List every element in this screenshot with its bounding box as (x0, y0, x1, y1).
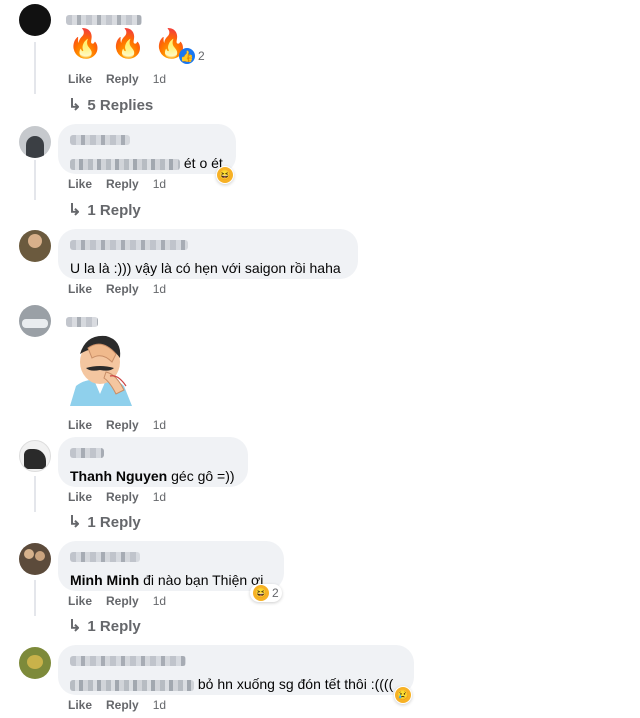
timestamp[interactable]: 1d (153, 490, 166, 504)
reply-button[interactable]: Reply (106, 418, 139, 432)
reaction-badge[interactable]: 😆 2 (250, 584, 282, 602)
author-name[interactable] (70, 652, 402, 670)
comment-actions: Like Reply 1d (68, 177, 166, 191)
reply-button[interactable]: Reply (106, 177, 139, 191)
view-replies-link[interactable]: ↳ 1 Reply (68, 200, 141, 220)
timestamp[interactable]: 1d (153, 418, 166, 432)
emoji-message: 🔥 🔥 🔥 (68, 28, 189, 60)
comment-bubble: ét o ét (58, 124, 236, 174)
replies-count: 1 Reply (87, 513, 141, 531)
reply-button[interactable]: Reply (106, 698, 139, 712)
timestamp[interactable]: 1d (153, 594, 166, 608)
comment-text: géc gô =)) (171, 468, 235, 484)
like-button[interactable]: Like (68, 282, 92, 296)
avatar[interactable] (19, 647, 51, 679)
reply-arrow-icon: ↳ (68, 618, 82, 635)
comment-actions: Like Reply 1d (68, 72, 166, 86)
reply-arrow-icon: ↳ (68, 202, 82, 219)
reaction-count: 2 (198, 49, 205, 63)
reaction-badge[interactable]: 😢 (394, 686, 412, 704)
avatar[interactable] (19, 4, 51, 36)
comment-text: bỏ hn xuống sg đón tết thôi :(((( (197, 676, 394, 692)
avatar[interactable] (19, 305, 51, 337)
replies-count: 5 Replies (87, 96, 154, 114)
author-name[interactable] (70, 444, 236, 462)
avatar[interactable] (19, 230, 51, 262)
view-replies-link[interactable]: ↳ 1 Reply (68, 512, 141, 532)
avatar[interactable] (19, 126, 51, 158)
replies-count: 1 Reply (87, 201, 141, 219)
reply-arrow-icon: ↳ (68, 97, 82, 114)
like-button[interactable]: Like (68, 72, 92, 86)
like-button[interactable]: Like (68, 594, 92, 608)
reply-button[interactable]: Reply (106, 72, 139, 86)
thread-line (34, 580, 36, 616)
haha-reaction-icon: 😆 (217, 167, 233, 183)
like-button[interactable]: Like (68, 177, 92, 191)
avatar[interactable] (19, 440, 51, 472)
facepalm-sticker (66, 328, 136, 406)
comment-text: đi nào bạn Thiện ơi (143, 572, 264, 588)
like-reaction-icon: 👍 (179, 48, 195, 64)
author-name[interactable] (70, 131, 224, 149)
view-replies-link[interactable]: ↳ 5 Replies (68, 95, 153, 115)
comment-actions: Like Reply 1d (68, 282, 166, 296)
tagged-user[interactable]: Thanh Nguyen (70, 468, 167, 484)
comment-bubble: bỏ hn xuống sg đón tết thôi :(((( (58, 645, 414, 695)
timestamp[interactable]: 1d (153, 282, 166, 296)
like-button[interactable]: Like (68, 490, 92, 504)
timestamp[interactable]: 1d (153, 177, 166, 191)
author-name[interactable] (70, 548, 272, 566)
replies-count: 1 Reply (87, 617, 141, 635)
reaction-badge[interactable]: 😆 (216, 166, 234, 184)
fire-emoji: 🔥 (110, 28, 146, 59)
comment-actions: Like Reply 1d (68, 418, 166, 432)
reply-arrow-icon: ↳ (68, 514, 82, 531)
comment-actions: Like Reply 1d (68, 594, 166, 608)
comment-actions: Like Reply 1d (68, 490, 166, 504)
reaction-badge[interactable]: 👍 2 (176, 47, 208, 65)
comment-bubble: Minh Minh đi nào bạn Thiện ơi (58, 541, 284, 591)
comment-bubble: Thanh Nguyen géc gô =)) (58, 437, 248, 487)
like-button[interactable]: Like (68, 418, 92, 432)
reaction-count: 2 (272, 586, 279, 600)
timestamp[interactable]: 1d (153, 698, 166, 712)
avatar[interactable] (19, 543, 51, 575)
tagged-user[interactable]: Minh Minh (70, 572, 139, 588)
comment-bubble: U la là :))) vậy là có hẹn với saigon rồ… (58, 229, 358, 279)
timestamp[interactable]: 1d (153, 72, 166, 86)
thread-line (34, 476, 36, 512)
like-button[interactable]: Like (68, 698, 92, 712)
thread-line (34, 42, 36, 94)
thread-line (34, 160, 36, 200)
haha-reaction-icon: 😆 (253, 585, 269, 601)
reply-button[interactable]: Reply (106, 282, 139, 296)
reply-button[interactable]: Reply (106, 490, 139, 504)
view-replies-link[interactable]: ↳ 1 Reply (68, 616, 141, 636)
sad-reaction-icon: 😢 (395, 687, 411, 703)
comment-text: U la là :))) vậy là có hẹn với saigon rồ… (70, 260, 341, 276)
reply-button[interactable]: Reply (106, 594, 139, 608)
comment-actions: Like Reply 1d (68, 698, 166, 712)
fire-emoji: 🔥 (68, 28, 103, 59)
author-name[interactable] (70, 236, 346, 254)
